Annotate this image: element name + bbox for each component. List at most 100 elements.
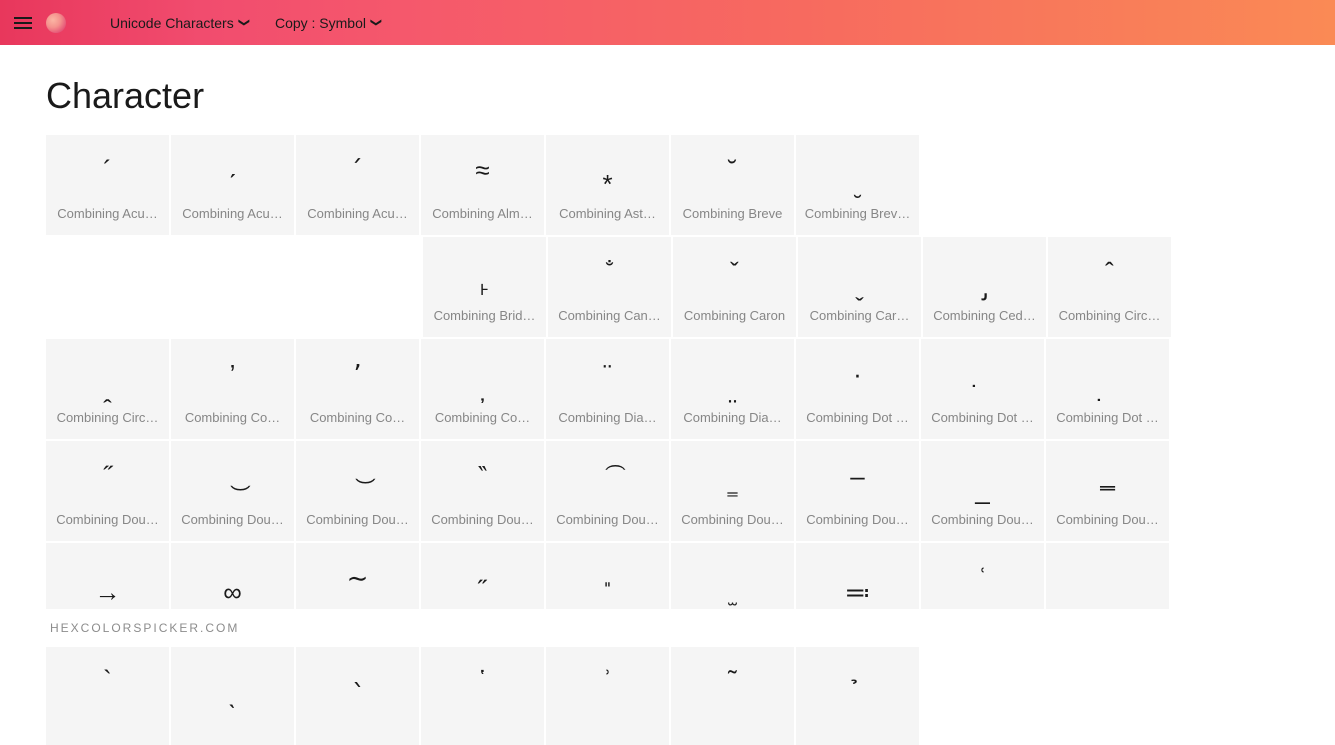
character-card[interactable]: ̣Combining Dot … xyxy=(1046,339,1169,439)
nav-label: Copy : Symbol xyxy=(275,15,366,31)
character-symbol: ` xyxy=(46,645,169,715)
character-card[interactable]: *Combining Ast… xyxy=(546,135,669,235)
character-label: Combining Dot … xyxy=(796,410,919,439)
character-card[interactable]: ͗ xyxy=(546,645,669,745)
character-symbol: ̭ xyxy=(46,339,169,409)
logo-icon[interactable] xyxy=(46,13,66,33)
character-label: Combining Brid… xyxy=(423,308,546,337)
character-card[interactable]: ’Combining Co… xyxy=(171,339,294,439)
character-card[interactable]: ˜ xyxy=(671,645,794,745)
character-card[interactable]: ̤Combining Dia… xyxy=(671,339,794,439)
character-symbol: _ xyxy=(921,441,1044,511)
character-symbol: ῾ xyxy=(421,645,544,715)
character-symbol: ̮ xyxy=(796,135,919,205)
character-symbol: ‗ xyxy=(1046,441,1169,511)
character-label: Combining Circ… xyxy=(46,410,169,439)
character-card[interactable]: ՝ xyxy=(296,645,419,745)
character-card[interactable]: ̣Combining Dot … xyxy=(921,339,1044,439)
character-card[interactable]: ̉ xyxy=(796,645,919,745)
character-symbol: ̡ xyxy=(923,237,1046,307)
character-symbol: ˶ xyxy=(421,543,544,613)
nav-unicode-characters[interactable]: Unicode Characters ❯ xyxy=(110,15,249,31)
character-symbol: ̤ xyxy=(671,339,794,409)
character-card[interactable]: _Combining Dou… xyxy=(921,441,1044,541)
character-label: Combining Dou… xyxy=(921,512,1044,541)
character-label: Combining Co… xyxy=(421,410,544,439)
character-symbol: ∞ xyxy=(171,543,294,613)
character-symbol: ՝ xyxy=(296,645,419,715)
character-label xyxy=(296,731,419,745)
character-card[interactable]: ̭Combining Circ… xyxy=(46,339,169,439)
character-card[interactable]: ̮Combining Brev… xyxy=(796,135,919,235)
character-card[interactable]: ¨Combining Dia… xyxy=(546,339,669,439)
character-card[interactable]: ̡Combining Ced… xyxy=(923,237,1046,337)
character-symbol: * xyxy=(546,135,669,205)
character-card[interactable]: ` xyxy=(46,645,169,745)
character-symbol: ˫ xyxy=(423,237,546,307)
character-symbol: ˇ xyxy=(673,237,796,307)
character-label: Combining Dou… xyxy=(421,512,544,541)
character-card[interactable]: ˇCombining Caron xyxy=(673,237,796,337)
character-symbol: ͜ xyxy=(171,441,294,511)
character-card[interactable]: ˘Combining Breve xyxy=(671,135,794,235)
character-card[interactable]: ≈Combining Alm… xyxy=(421,135,544,235)
character-label: Combining Caron xyxy=(673,308,796,337)
nav-label: Unicode Characters xyxy=(110,15,234,31)
character-card[interactable]: ՛Combining Acu… xyxy=(296,135,419,235)
character-symbol: ՚ xyxy=(296,339,419,409)
character-card[interactable]: ͝Combining Dou… xyxy=(296,441,419,541)
menu-icon[interactable] xyxy=(14,17,32,29)
character-card[interactable]: ·Combining Dot … xyxy=(796,339,919,439)
character-symbol: · xyxy=(796,339,919,409)
nav-copy-symbol[interactable]: Copy : Symbol ❯ xyxy=(275,15,381,31)
character-label xyxy=(46,731,169,745)
character-symbol: ˊ xyxy=(171,135,294,205)
character-grid: ´Combining Acu…ˊCombining Acu…՛Combining… xyxy=(46,135,1289,745)
character-card[interactable]: ̦Combining Co… xyxy=(421,339,544,439)
character-card[interactable]: ͜Combining Dou… xyxy=(171,441,294,541)
character-card[interactable]: ₌Combining Dou… xyxy=(671,441,794,541)
character-label: Combining Acu… xyxy=(296,206,419,235)
character-card[interactable]: ̐Combining Can… xyxy=(548,237,671,337)
character-card[interactable]: ‶Combining Dou… xyxy=(421,441,544,541)
character-label: Combining Dou… xyxy=(46,512,169,541)
character-symbol: ̎ xyxy=(546,543,669,613)
character-symbol: ̉ xyxy=(796,645,919,715)
character-label xyxy=(171,731,294,745)
character-card[interactable]: ՚Combining Co… xyxy=(296,339,419,439)
character-card[interactable]: ˆCombining Circ… xyxy=(1048,237,1171,337)
character-card[interactable]: ‗Combining Dou… xyxy=(1046,441,1169,541)
character-symbol: ̐ xyxy=(548,237,671,307)
character-label xyxy=(796,731,919,745)
character-symbol: ‒ xyxy=(796,441,919,511)
character-card[interactable]: ̬Combining Car… xyxy=(798,237,921,337)
character-label: Combining Acu… xyxy=(171,206,294,235)
character-card[interactable]: ‒Combining Dou… xyxy=(796,441,919,541)
character-card[interactable]: ˫Combining Brid… xyxy=(423,237,546,337)
character-label: Combining Alm… xyxy=(421,206,544,235)
character-label: Combining Dou… xyxy=(171,512,294,541)
character-card[interactable]: ˎ xyxy=(171,645,294,745)
character-label: Combining Brev… xyxy=(796,206,919,235)
character-card[interactable]: ˊCombining Acu… xyxy=(171,135,294,235)
character-symbol: ՛ xyxy=(296,135,419,205)
character-card[interactable]: ῾ xyxy=(421,645,544,745)
character-label: Combining Car… xyxy=(798,308,921,337)
footer-brand: HEXCOLORSPICKER.COM xyxy=(0,609,1335,647)
character-label: Combining Can… xyxy=(548,308,671,337)
character-label: Combining Dou… xyxy=(796,512,919,541)
character-card[interactable]: ˝Combining Dou… xyxy=(46,441,169,541)
chevron-down-icon: ❯ xyxy=(238,18,251,27)
character-card[interactable]: ͡Combining Dou… xyxy=(546,441,669,541)
character-symbol: ͑ xyxy=(921,543,1044,613)
character-symbol: ̫ xyxy=(671,543,794,613)
character-label: Combining Dia… xyxy=(671,410,794,439)
character-label: Combining Dot … xyxy=(1046,410,1169,439)
character-symbol: ∼ xyxy=(296,543,419,613)
character-label: Combining Dia… xyxy=(546,410,669,439)
character-symbol xyxy=(1046,543,1169,613)
page-title: Character xyxy=(46,75,1289,117)
character-symbol: ̣ xyxy=(921,339,1044,409)
character-card[interactable]: ´Combining Acu… xyxy=(46,135,169,235)
character-symbol: ͝ xyxy=(296,441,419,511)
